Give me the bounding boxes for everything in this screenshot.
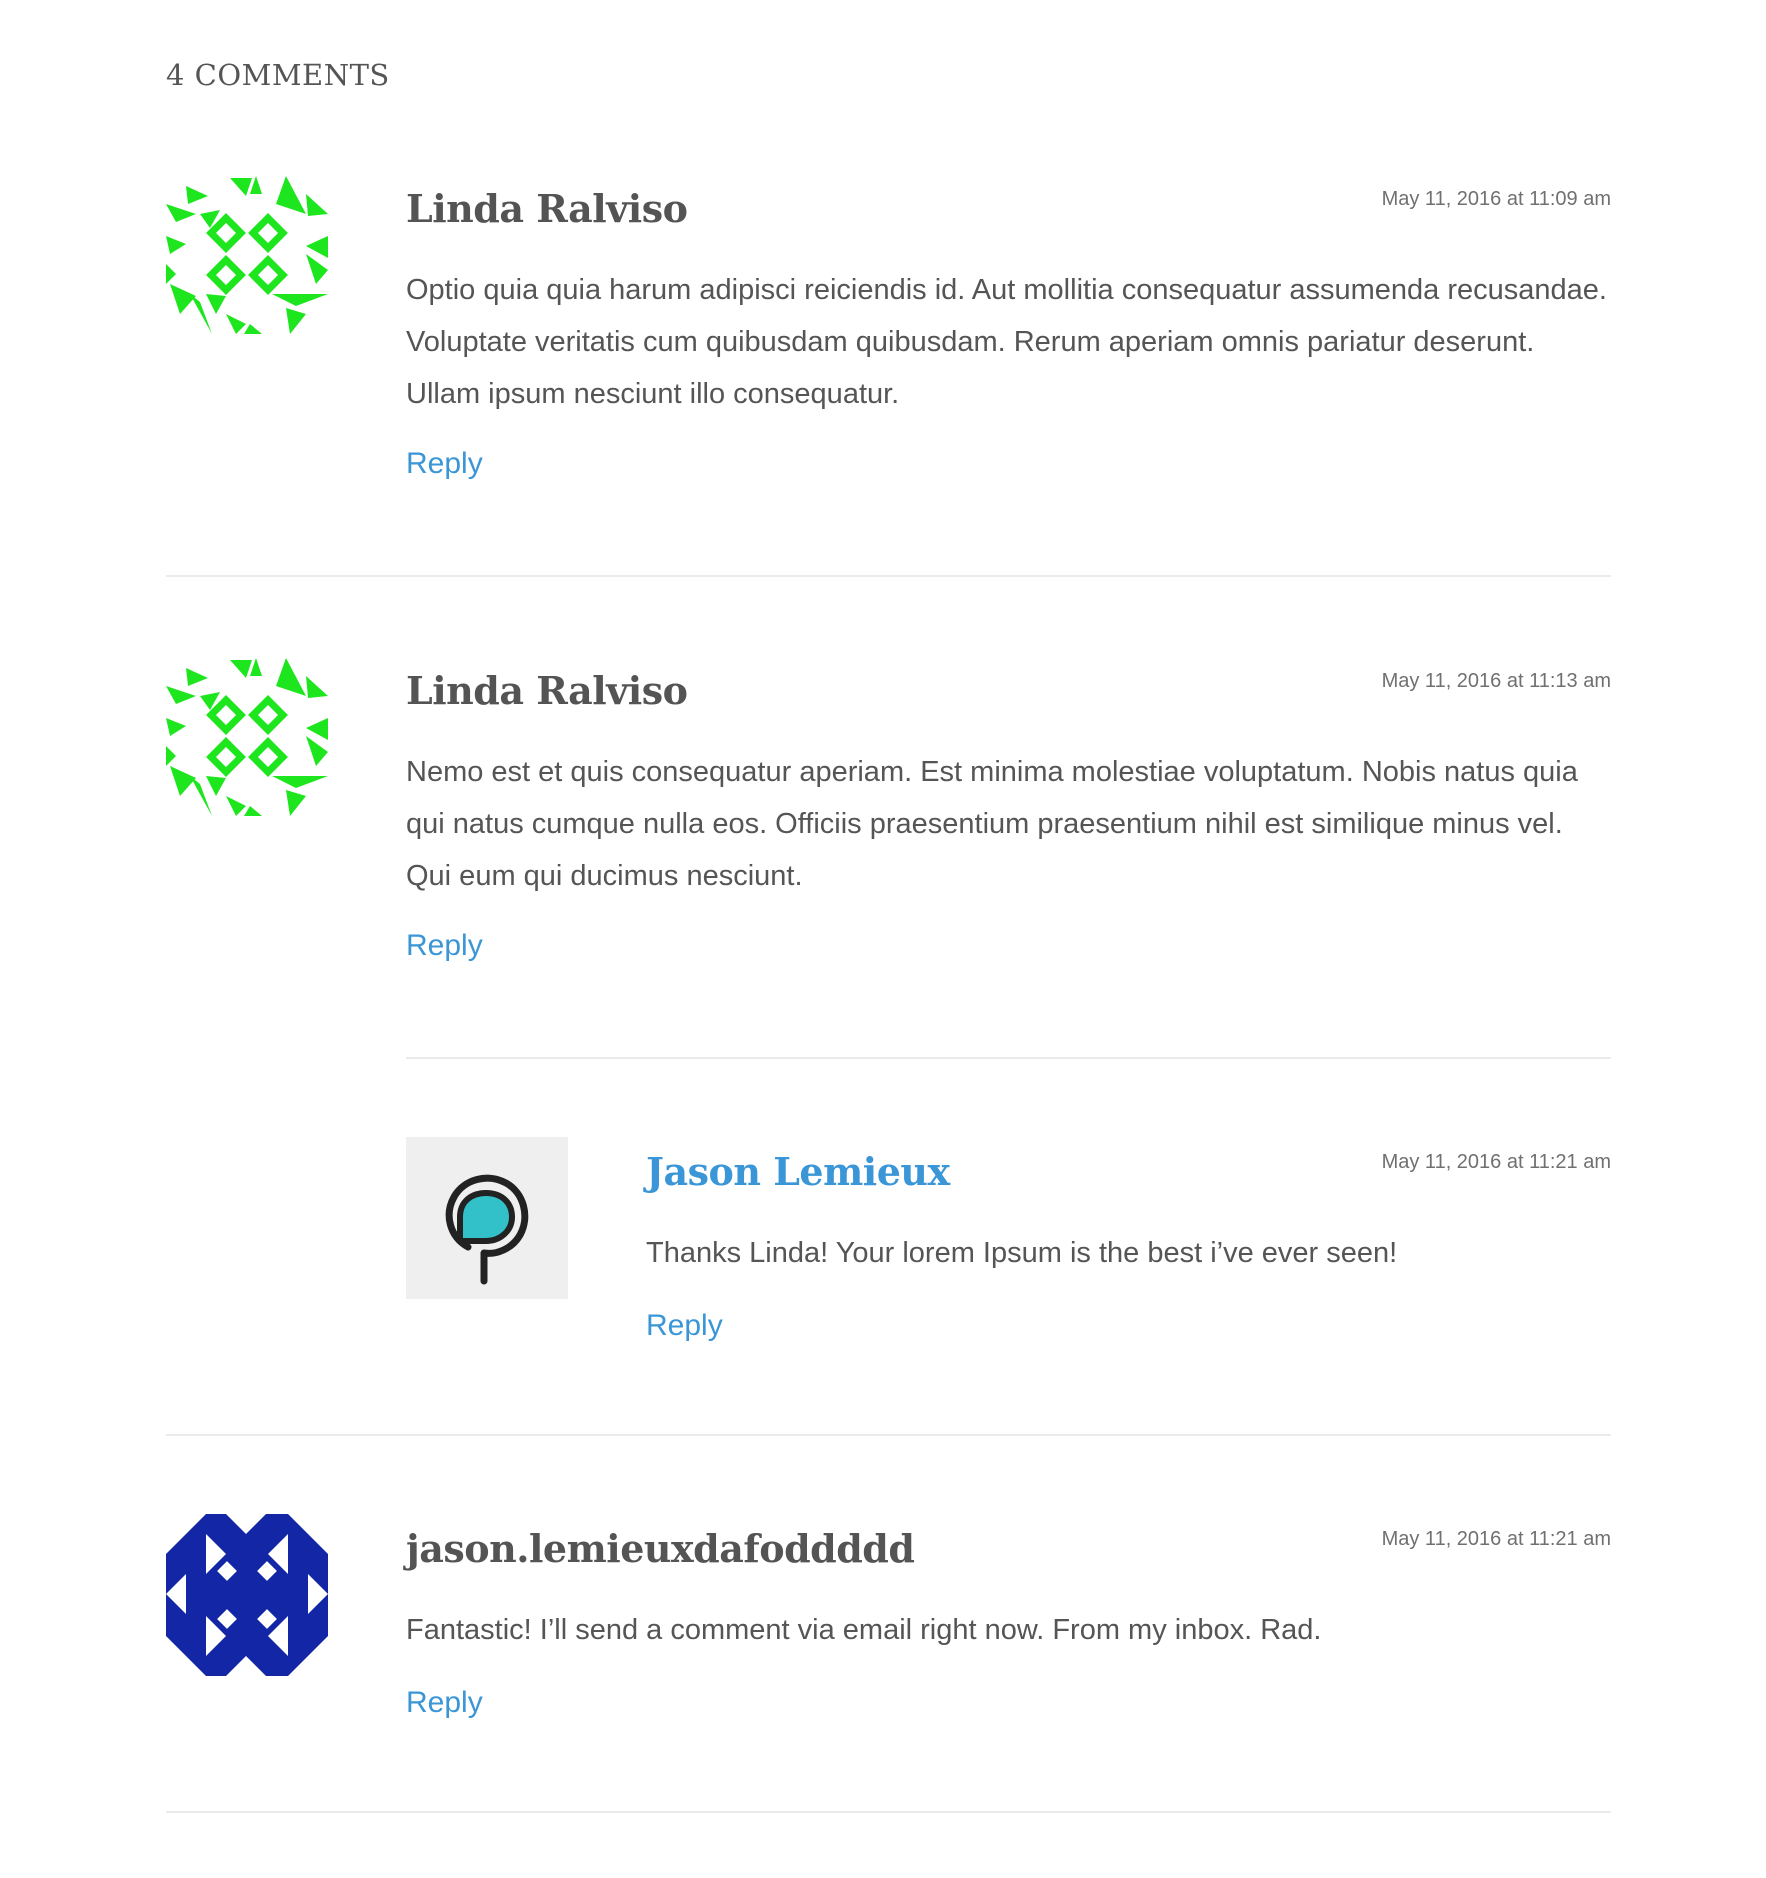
avatar xyxy=(166,1514,328,1676)
comment-divider xyxy=(406,1057,1611,1059)
green-identicon-icon xyxy=(166,176,328,334)
comment-date: May 11, 2016 at 11:21 am xyxy=(1381,1151,1611,1173)
reply-link[interactable]: Reply xyxy=(406,926,483,966)
blue-identicon-icon xyxy=(166,1514,328,1676)
comment-divider xyxy=(166,575,1611,577)
speech-bubble-logo-icon xyxy=(406,1137,568,1299)
reply-link[interactable]: Reply xyxy=(406,1683,483,1723)
reply-link[interactable]: Reply xyxy=(646,1306,723,1346)
comment-date: May 11, 2016 at 11:09 am xyxy=(1381,188,1611,210)
comment-date: May 11, 2016 at 11:13 am xyxy=(1381,670,1611,692)
comment-author: Linda Ralviso xyxy=(406,186,688,231)
comment-author: Linda Ralviso xyxy=(406,668,688,713)
green-identicon-icon xyxy=(166,658,328,816)
comment-text: Nemo est et quis consequatur aperiam. Es… xyxy=(406,756,1578,892)
comment-divider xyxy=(166,1434,1611,1436)
avatar xyxy=(166,656,328,818)
comment-date: May 11, 2016 at 11:21 am xyxy=(1381,1528,1611,1550)
comment-author-link[interactable]: Jason Lemieux xyxy=(646,1147,950,1197)
comments-count-heading: 4 COMMENTS xyxy=(166,58,390,92)
reply-link[interactable]: Reply xyxy=(406,444,483,484)
avatar xyxy=(166,174,328,336)
comment-text: Fantastic! I’ll send a comment via email… xyxy=(406,1614,1322,1646)
comment-divider xyxy=(166,1811,1611,1813)
comment-text: Thanks Linda! Your lorem Ipsum is the be… xyxy=(646,1237,1398,1269)
comment-text: Optio quia quia harum adipisci reiciendi… xyxy=(406,274,1607,410)
avatar xyxy=(406,1137,568,1299)
comment-author: jason.lemieuxdafoddddd xyxy=(406,1526,915,1571)
